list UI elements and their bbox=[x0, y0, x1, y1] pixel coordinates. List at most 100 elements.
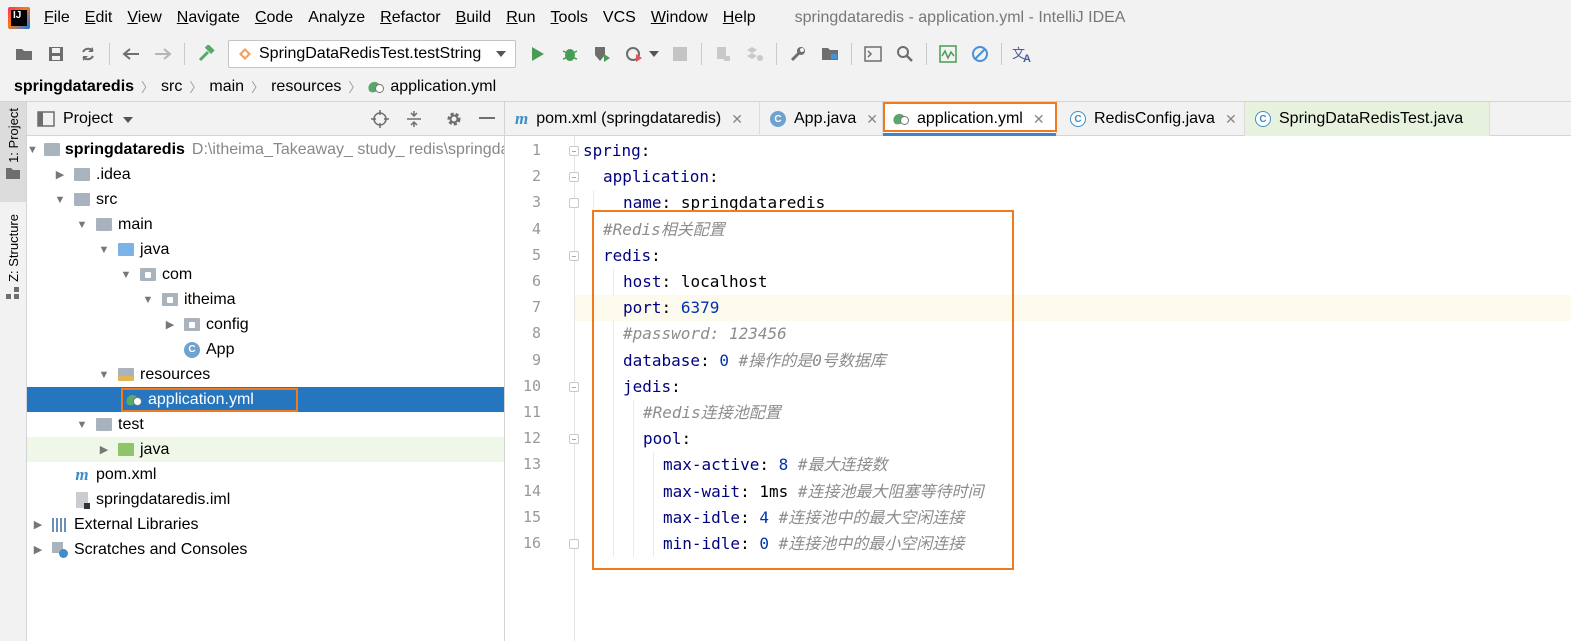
structure-tool-button[interactable]: Z: Structure bbox=[0, 214, 26, 314]
tree-item-src[interactable]: ▼ src bbox=[27, 187, 504, 212]
search-icon[interactable] bbox=[893, 42, 917, 66]
tab-springdataredistest-java[interactable]: C SpringDataRedisTest.java bbox=[1245, 102, 1490, 136]
menu-build[interactable]: Build bbox=[456, 9, 492, 27]
code-line[interactable]: database: 0 #操作的是0号数据库 bbox=[575, 348, 1571, 374]
tab-redisconfig-java[interactable]: C RedisConfig.java ✕ bbox=[1060, 102, 1245, 136]
code-line[interactable]: max-idle: 4 #连接池中的最大空闲连接 bbox=[575, 505, 1571, 531]
code-line[interactable]: redis: bbox=[575, 243, 1571, 269]
tree-item-project-root[interactable]: ▼ springdataredis D:\itheima_Takeaway_ s… bbox=[27, 137, 504, 162]
tree-item-app[interactable]: C App bbox=[27, 337, 504, 362]
terminal-icon[interactable] bbox=[861, 42, 885, 66]
code-line[interactable]: #password: 123456 bbox=[575, 321, 1571, 347]
project-panel-title[interactable]: Project bbox=[63, 110, 113, 128]
breadcrumb-src[interactable]: src bbox=[161, 78, 182, 96]
chevron-down-icon[interactable]: ▼ bbox=[97, 369, 111, 381]
menu-vcs[interactable]: VCS bbox=[603, 9, 636, 27]
menu-analyze[interactable]: Analyze bbox=[308, 9, 365, 27]
chevron-down-icon[interactable] bbox=[648, 42, 660, 66]
coverage-icon[interactable] bbox=[590, 42, 614, 66]
tree-item-config[interactable]: ▶ config bbox=[27, 312, 504, 337]
close-icon[interactable]: ✕ bbox=[1225, 111, 1237, 128]
chevron-down-icon[interactable] bbox=[122, 116, 133, 123]
tree-item-java-sources[interactable]: ▼ java bbox=[27, 237, 504, 262]
locate-file-icon[interactable] bbox=[370, 109, 390, 129]
close-icon[interactable]: ✕ bbox=[1033, 111, 1045, 128]
save-all-icon[interactable] bbox=[44, 42, 68, 66]
chevron-right-icon[interactable]: ▶ bbox=[31, 518, 45, 531]
chevron-down-icon[interactable]: ▼ bbox=[53, 194, 67, 206]
breadcrumb-file[interactable]: application.yml bbox=[390, 78, 496, 96]
menu-edit[interactable]: Edit bbox=[85, 9, 113, 27]
menu-run[interactable]: Run bbox=[506, 9, 535, 27]
tree-item-scratches[interactable]: ▶ Scratches and Consoles bbox=[27, 537, 504, 562]
tab-application-yml[interactable]: application.yml ✕ bbox=[883, 102, 1057, 136]
run-icon[interactable] bbox=[526, 42, 550, 66]
menu-navigate[interactable]: Navigate bbox=[177, 9, 240, 27]
tree-item-test-java[interactable]: ▶ java bbox=[27, 437, 504, 462]
chevron-right-icon[interactable]: ▶ bbox=[163, 318, 177, 331]
chevron-down-icon[interactable]: ▼ bbox=[97, 244, 111, 256]
menu-refactor[interactable]: Refactor bbox=[380, 9, 440, 27]
run-configuration-dropdown[interactable]: SpringDataRedisTest.testString bbox=[228, 40, 516, 68]
code-line[interactable]: spring: bbox=[575, 138, 1571, 164]
stop-icon[interactable] bbox=[668, 42, 692, 66]
tree-item-test[interactable]: ▼ test bbox=[27, 412, 504, 437]
gear-icon[interactable] bbox=[444, 109, 464, 129]
chevron-down-icon[interactable]: ▼ bbox=[27, 144, 38, 156]
attach-debugger-icon[interactable] bbox=[711, 42, 735, 66]
close-icon[interactable]: ✕ bbox=[731, 111, 743, 128]
close-icon[interactable]: ✕ bbox=[866, 111, 878, 128]
code-line[interactable]: pool: bbox=[575, 426, 1571, 452]
chevron-down-icon[interactable]: ▼ bbox=[75, 419, 89, 431]
code-editor[interactable]: spring: application: name: springdataredis… bbox=[575, 136, 1571, 641]
tree-item-com[interactable]: ▼ com bbox=[27, 262, 504, 287]
menu-view[interactable]: View bbox=[127, 9, 161, 27]
minimize-icon[interactable] bbox=[477, 109, 497, 129]
code-line[interactable]: name: springdataredis bbox=[575, 190, 1571, 216]
activity-monitor-icon[interactable] bbox=[936, 42, 960, 66]
code-line[interactable]: application: bbox=[575, 164, 1571, 190]
menu-tools[interactable]: Tools bbox=[551, 9, 588, 27]
code-line[interactable]: max-active: 8 #最大连接数 bbox=[575, 452, 1571, 478]
tree-item-pom[interactable]: m pom.xml bbox=[27, 462, 504, 487]
chevron-down-icon[interactable]: ▼ bbox=[119, 269, 133, 281]
tree-item-itheima[interactable]: ▼ itheima bbox=[27, 287, 504, 312]
collapse-all-icon[interactable] bbox=[404, 109, 424, 129]
tree-item-resources[interactable]: ▼ resources bbox=[27, 362, 504, 387]
power-save-icon[interactable] bbox=[968, 42, 992, 66]
tree-item-application-yml[interactable]: application.yml bbox=[27, 387, 504, 412]
settings-wrench-icon[interactable] bbox=[786, 42, 810, 66]
code-line[interactable]: jedis: bbox=[575, 374, 1571, 400]
tree-item-idea[interactable]: ▶ .idea bbox=[27, 162, 504, 187]
debug-bug-icon[interactable] bbox=[558, 42, 582, 66]
chevron-right-icon[interactable]: ▶ bbox=[53, 168, 67, 181]
menu-window[interactable]: Window bbox=[651, 9, 708, 27]
breadcrumb-project[interactable]: springdataredis bbox=[14, 78, 134, 96]
translate-icon[interactable]: 文A bbox=[1011, 42, 1035, 66]
profile-icon[interactable] bbox=[622, 42, 646, 66]
tree-item-iml[interactable]: springdataredis.iml bbox=[27, 487, 504, 512]
chevron-down-icon[interactable]: ▼ bbox=[141, 294, 155, 306]
chevron-right-icon[interactable]: ▶ bbox=[97, 443, 111, 456]
back-arrow-icon[interactable] bbox=[119, 42, 143, 66]
tree-item-main[interactable]: ▼ main bbox=[27, 212, 504, 237]
project-structure-icon[interactable] bbox=[818, 42, 842, 66]
chevron-right-icon[interactable]: ▶ bbox=[31, 543, 45, 556]
breadcrumb-resources[interactable]: resources bbox=[271, 78, 341, 96]
breadcrumb-main[interactable]: main bbox=[209, 78, 244, 96]
code-line[interactable]: #Redis连接池配置 bbox=[575, 400, 1571, 426]
code-line[interactable]: #Redis相关配置 bbox=[575, 217, 1571, 243]
menu-help[interactable]: Help bbox=[723, 9, 756, 27]
tab-pom-xml[interactable]: m pom.xml (springdataredis) ✕ bbox=[505, 102, 760, 136]
code-line[interactable]: port: 6379 bbox=[575, 295, 1571, 322]
forward-arrow-icon[interactable] bbox=[151, 42, 175, 66]
tab-app-java[interactable]: C App.java ✕ bbox=[760, 102, 883, 136]
build-hammer-icon[interactable] bbox=[194, 42, 218, 66]
sync-icon[interactable] bbox=[76, 42, 100, 66]
project-tool-button[interactable]: 1: Project bbox=[0, 102, 26, 202]
menu-file[interactable]: File bbox=[44, 9, 70, 27]
code-line[interactable]: max-wait: 1ms #连接池最大阻塞等待时间 bbox=[575, 479, 1571, 505]
tree-item-external-libraries[interactable]: ▶ External Libraries bbox=[27, 512, 504, 537]
services-icon[interactable] bbox=[743, 42, 767, 66]
code-line[interactable]: host: localhost bbox=[575, 269, 1571, 295]
